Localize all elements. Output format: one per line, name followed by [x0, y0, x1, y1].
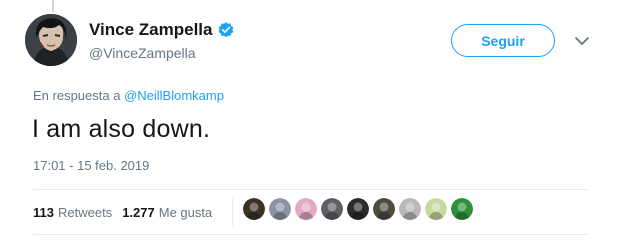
liker-avatar-4[interactable]	[321, 198, 343, 220]
verified-badge-icon	[217, 21, 235, 39]
chevron-down-icon[interactable]	[574, 34, 590, 46]
divider-bottom	[33, 234, 588, 235]
retweets-count: 113	[33, 205, 54, 220]
reply-mention-link[interactable]: @NeillBlomkamp	[124, 88, 224, 103]
liker-avatar-9[interactable]	[451, 198, 473, 220]
avatar-illustration-icon	[25, 14, 77, 66]
follow-button[interactable]: Seguir	[451, 24, 555, 57]
tweet-text: I am also down.	[32, 115, 211, 143]
liker-avatar-7[interactable]	[399, 198, 421, 220]
likers-avatar-list	[243, 198, 473, 220]
retweets-stat[interactable]: 113 Retweets	[33, 205, 112, 220]
author-avatar[interactable]	[25, 14, 77, 66]
reply-context: En respuesta a @NeillBlomkamp	[33, 88, 224, 103]
tweet-stats: 113 Retweets 1.277 Me gusta	[33, 205, 212, 220]
liker-avatar-6[interactable]	[373, 198, 395, 220]
stats-separator	[232, 198, 233, 226]
tweet-card: Vince Zampella @VinceZampella Seguir En …	[0, 0, 618, 241]
likes-label: Me gusta	[158, 205, 213, 220]
likes-stat[interactable]: 1.277 Me gusta	[122, 205, 212, 220]
liker-avatar-8[interactable]	[425, 198, 447, 220]
tweet-timestamp[interactable]: 17:01 - 15 feb. 2019	[33, 158, 149, 173]
liker-avatar-5[interactable]	[347, 198, 369, 220]
likes-count: 1.277	[122, 205, 155, 220]
author-display-name[interactable]: Vince Zampella	[89, 20, 212, 40]
liker-avatar-3[interactable]	[295, 198, 317, 220]
divider-top	[33, 189, 588, 190]
author-name-row: Vince Zampella	[89, 20, 235, 40]
liker-avatar-1[interactable]	[243, 198, 265, 220]
retweets-label: Retweets	[57, 205, 113, 220]
liker-avatar-2[interactable]	[269, 198, 291, 220]
thread-connector-line	[52, 0, 54, 12]
reply-context-prefix: En respuesta a	[33, 88, 121, 103]
author-handle[interactable]: @VinceZampella	[89, 45, 196, 61]
